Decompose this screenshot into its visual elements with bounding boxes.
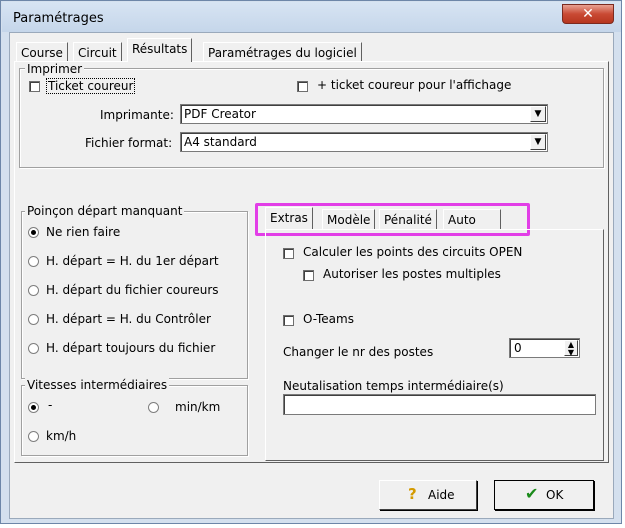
option-h-depart-toujours-fichier[interactable]: H. départ toujours du fichier xyxy=(46,341,215,355)
tab-auto[interactable]: Auto xyxy=(443,209,501,229)
oteams-checkbox[interactable] xyxy=(283,315,294,326)
tab-penalite[interactable]: Pénalité xyxy=(379,209,437,229)
settings-dialog: Paramétrages ✕ Course Circuit Résultats … xyxy=(0,0,622,524)
option-h-depart-1er[interactable]: H. départ = H. du 1er départ xyxy=(46,254,219,268)
calculer-points-label[interactable]: Calculer les points des circuits OPEN xyxy=(303,245,522,259)
spin-updown-icon[interactable]: ▲ ▼ xyxy=(564,340,578,357)
radio-h-depart-controler[interactable] xyxy=(28,314,39,325)
neutralisation-input[interactable] xyxy=(283,394,596,415)
tab-page-extras: Calculer les points des circuits OPEN Au… xyxy=(265,229,604,461)
tab-modele[interactable]: Modèle xyxy=(322,209,376,229)
option-h-depart-fichier-coureurs[interactable]: H. départ du fichier coureurs xyxy=(46,283,219,297)
tab-course[interactable]: Course xyxy=(16,42,68,62)
oteams-label[interactable]: O-Teams xyxy=(303,312,354,326)
aide-button[interactable]: ? Aide xyxy=(379,480,477,510)
changer-nr-spinner[interactable]: 0 ▲ ▼ xyxy=(509,338,580,358)
radio-vitesse-kmh[interactable] xyxy=(28,431,39,442)
option-vitesse-minkm[interactable]: min/km xyxy=(175,400,220,414)
calculer-points-checkbox[interactable] xyxy=(283,248,294,259)
ticket-affichage-checkbox[interactable] xyxy=(297,81,308,92)
group-vitesses-legend: Vitesses intermédiaires xyxy=(25,378,170,392)
imprimante-select[interactable]: PDF Creator ▼ xyxy=(180,104,548,124)
tab-page-resultats: Imprimer Ticket coureur + ticket coureur… xyxy=(14,61,609,463)
tab-parametrages-logiciel[interactable]: Paramétrages du logiciel xyxy=(203,42,362,62)
imprimante-label: Imprimante: xyxy=(100,108,174,122)
autoriser-postes-label[interactable]: Autoriser les postes multiples xyxy=(323,267,501,281)
close-icon: ✕ xyxy=(582,6,594,22)
check-icon: ✔ xyxy=(525,484,539,503)
title-bar[interactable]: Paramétrages ✕ xyxy=(2,2,621,32)
ticket-coureur-label[interactable]: Ticket coureur xyxy=(46,78,136,94)
radio-vitesse-minkm[interactable] xyxy=(148,402,159,413)
chevron-down-icon[interactable]: ▼ xyxy=(530,134,546,150)
autoriser-postes-checkbox[interactable] xyxy=(303,270,314,281)
group-imprimer-legend: Imprimer xyxy=(25,62,85,76)
ok-label: OK xyxy=(546,488,564,502)
radio-h-depart-1er[interactable] xyxy=(28,256,39,267)
ticket-affichage-label[interactable]: + ticket coureur pour l'affichage xyxy=(317,78,511,92)
aide-label: Aide xyxy=(428,488,455,502)
radio-h-depart-toujours-fichier[interactable] xyxy=(28,343,39,354)
help-icon: ? xyxy=(408,485,417,503)
option-ne-rien-faire[interactable]: Ne rien faire xyxy=(46,225,120,239)
tab-circuit[interactable]: Circuit xyxy=(73,42,122,62)
changer-nr-label: Changer le nr des postes xyxy=(283,345,434,359)
radio-vitesse-dash[interactable] xyxy=(28,402,39,413)
fichier-format-select[interactable]: A4 standard ▼ xyxy=(180,132,548,152)
tab-extras[interactable]: Extras xyxy=(265,207,313,229)
radio-h-depart-fichier-coureurs[interactable] xyxy=(28,285,39,296)
group-vitesses xyxy=(21,385,248,456)
ok-button[interactable]: ✔ OK xyxy=(494,480,594,510)
imprimante-value: PDF Creator xyxy=(184,107,256,121)
fichier-format-value: A4 standard xyxy=(184,135,257,149)
option-h-depart-controler[interactable]: H. départ = H. du Contrôler xyxy=(46,312,211,326)
changer-nr-value: 0 xyxy=(514,341,522,355)
dialog-client: Course Circuit Résultats Paramétrages du… xyxy=(9,32,614,519)
fichier-format-label: Fichier format: xyxy=(85,136,173,150)
option-vitesse-kmh[interactable]: km/h xyxy=(46,429,76,443)
tab-resultats[interactable]: Résultats xyxy=(127,38,193,62)
chevron-down-icon[interactable]: ▼ xyxy=(530,106,546,122)
window-title: Paramétrages xyxy=(13,11,104,26)
option-vitesse-dash[interactable]: - xyxy=(48,398,52,412)
neutralisation-label: Neutalisation temps intermédiaire(s) xyxy=(283,379,504,393)
radio-ne-rien-faire[interactable] xyxy=(28,227,39,238)
group-poincon-legend: Poinçon départ manquant xyxy=(25,204,185,218)
close-button[interactable]: ✕ xyxy=(562,4,614,24)
ticket-coureur-checkbox[interactable] xyxy=(29,81,40,92)
